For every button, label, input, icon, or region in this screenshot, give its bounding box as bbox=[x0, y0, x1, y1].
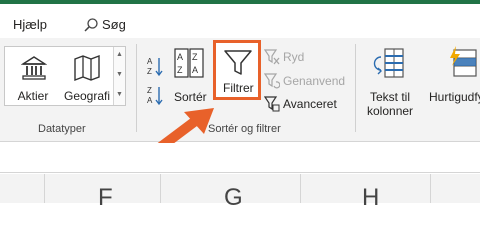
formula-bar[interactable] bbox=[0, 143, 480, 173]
search-label[interactable]: Søg bbox=[102, 17, 126, 32]
datatype-geography[interactable]: Geografi bbox=[61, 49, 113, 103]
advanced-filter-label[interactable]: Avanceret bbox=[283, 97, 337, 111]
svg-text:Z: Z bbox=[177, 65, 183, 75]
group-divider bbox=[355, 44, 356, 132]
datatype-geography-label: Geografi bbox=[63, 89, 111, 103]
column-header-f[interactable]: F bbox=[98, 184, 113, 212]
text-to-columns-button[interactable]: Tekst til kolonner bbox=[364, 46, 416, 122]
datatype-stocks[interactable]: Aktier bbox=[7, 49, 59, 103]
reapply-filter-icon[interactable] bbox=[263, 73, 281, 94]
reapply-filter-label[interactable]: Genanvend bbox=[283, 74, 345, 88]
filter-button[interactable]: Filtrer bbox=[213, 40, 261, 100]
svg-text:A: A bbox=[177, 52, 183, 62]
text-to-columns-icon bbox=[371, 48, 407, 85]
column-separator bbox=[160, 174, 161, 203]
svg-text:A: A bbox=[192, 65, 198, 75]
sort-dialog-icon: A Z Z A bbox=[174, 48, 204, 83]
search-icon[interactable] bbox=[83, 17, 99, 38]
column-separator bbox=[300, 174, 301, 203]
tab-help[interactable]: Hjælp bbox=[13, 17, 47, 32]
text-to-columns-label-line2: kolonner bbox=[367, 104, 414, 118]
flash-fill-icon bbox=[448, 46, 478, 83]
scroll-up-icon[interactable]: ▲ bbox=[116, 51, 123, 58]
datatypes-group-label: Datatyper bbox=[38, 123, 86, 135]
svg-text:Z: Z bbox=[192, 52, 198, 62]
column-header-g[interactable]: G bbox=[224, 184, 243, 212]
svg-text:A: A bbox=[147, 57, 153, 66]
advanced-filter-icon[interactable] bbox=[263, 96, 280, 117]
bank-building-icon bbox=[20, 55, 48, 86]
datatypes-gallery[interactable]: Aktier Geografi ▲ ▼ ▼ bbox=[4, 46, 126, 106]
clear-filter-icon[interactable] bbox=[263, 49, 280, 70]
ribbon: Aktier Geografi ▲ ▼ ▼ Datatyper A Z Z A … bbox=[0, 38, 480, 142]
column-separator bbox=[44, 174, 45, 203]
text-to-columns-label-line1: Tekst til bbox=[370, 90, 411, 104]
flash-fill-button[interactable]: Hurtigudfyl bbox=[420, 46, 480, 106]
title-strip bbox=[0, 0, 480, 4]
expand-gallery-icon[interactable]: ▼ bbox=[116, 91, 123, 98]
map-icon bbox=[73, 54, 101, 87]
column-header-h[interactable]: H bbox=[362, 184, 379, 212]
svg-text:Z: Z bbox=[147, 86, 152, 95]
group-divider bbox=[136, 44, 137, 132]
sort-ascending-icon[interactable]: A Z bbox=[146, 55, 164, 82]
clear-filter-label[interactable]: Ryd bbox=[283, 50, 304, 64]
funnel-icon bbox=[223, 49, 253, 82]
scroll-down-icon[interactable]: ▼ bbox=[116, 71, 123, 78]
column-headers: F G H bbox=[0, 174, 480, 211]
sort-button[interactable]: A Z Z A Sortér bbox=[170, 46, 210, 104]
flash-fill-label: Hurtigudfyl bbox=[429, 90, 480, 104]
column-separator bbox=[430, 174, 431, 203]
top-bar: Hjælp Søg bbox=[0, 0, 480, 38]
filter-button-label: Filtrer bbox=[223, 81, 254, 95]
svg-text:Z: Z bbox=[147, 67, 152, 76]
sort-filter-group-label: Sortér og filtrer bbox=[208, 123, 281, 135]
datatype-stocks-label: Aktier bbox=[17, 89, 49, 103]
gallery-scrollbar[interactable]: ▲ ▼ ▼ bbox=[113, 47, 125, 105]
sort-button-label: Sortér bbox=[174, 90, 207, 104]
